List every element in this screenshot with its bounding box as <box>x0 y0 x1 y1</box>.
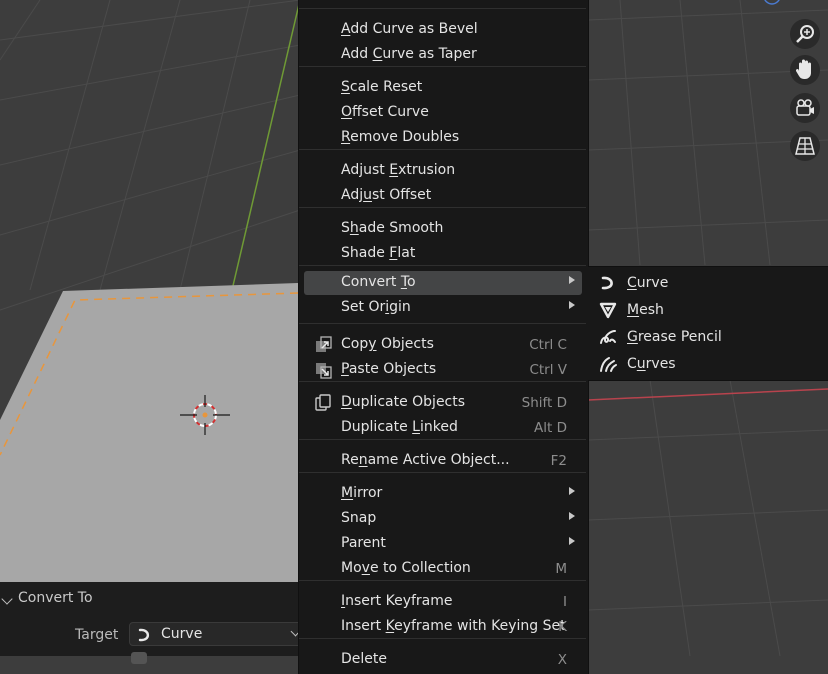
menu-separator <box>299 66 586 67</box>
submenu-arrow-icon <box>569 487 575 495</box>
menu-separator <box>299 8 586 9</box>
object-context-menu: Add Curve as Bevel Add Curve as Taper Sc… <box>298 0 589 674</box>
submenu-item-grease-pencil[interactable]: Grease Pencil <box>588 323 828 350</box>
submenu-arrow-icon <box>569 276 575 284</box>
shortcut-label: Ctrl V <box>529 362 567 378</box>
shortcut-label: Shift D <box>521 395 567 411</box>
submenu-item-mesh[interactable]: Mesh <box>588 296 828 323</box>
menu-item-rename-active-object[interactable]: Rename Active Object... F2 <box>304 449 582 473</box>
shortcut-label: X <box>557 652 567 668</box>
camera-view-button[interactable] <box>788 91 822 125</box>
shortcut-label: F2 <box>550 453 567 469</box>
menu-item-offset-curve[interactable]: Offset Curve <box>304 101 582 125</box>
convert-to-submenu: Curve Mesh Grease Pencil Curves <box>588 266 828 381</box>
camera-icon <box>790 93 820 123</box>
plane-object[interactable] <box>0 283 298 582</box>
menu-item-adjust-offset[interactable]: Adjust Offset <box>304 184 582 208</box>
menu-item-paste-objects[interactable]: Paste Objects Ctrl V <box>304 358 582 382</box>
curves-icon <box>600 357 617 372</box>
menu-item-convert-to[interactable]: Convert To <box>304 271 582 295</box>
menu-item-move-to-collection[interactable]: Move to Collection M <box>304 557 582 581</box>
last-operator-panel: Convert To Target Curve <box>0 582 304 664</box>
menu-separator <box>299 472 586 473</box>
menu-item-scale-reset[interactable]: Scale Reset <box>304 76 582 100</box>
pan-button[interactable] <box>788 53 822 87</box>
panel-collapse-icon[interactable] <box>1 593 13 605</box>
menu-separator <box>299 638 586 639</box>
panel-title[interactable]: Convert To <box>18 590 93 606</box>
duplicate-icon <box>315 394 331 411</box>
shortcut-label: Ctrl C <box>529 337 567 353</box>
zoom-icon <box>790 19 820 49</box>
menu-separator <box>299 207 586 208</box>
menu-item-parent[interactable]: Parent <box>304 532 582 556</box>
menu-item-insert-keyframe-with-keying-set[interactable]: Insert Keyframe with Keying Set K <box>304 615 582 639</box>
keep-original-checkbox[interactable] <box>131 652 147 664</box>
zoom-button[interactable] <box>788 17 822 51</box>
submenu-arrow-icon <box>569 301 575 309</box>
menu-item-add-curve-as-bevel[interactable]: Add Curve as Bevel <box>304 18 582 42</box>
menu-separator <box>299 323 586 324</box>
menu-item-duplicate-objects[interactable]: Duplicate Objects Shift D <box>304 391 582 415</box>
menu-item-duplicate-linked[interactable]: Duplicate Linked Alt D <box>304 416 582 440</box>
menu-separator <box>299 149 586 150</box>
paste-icon <box>316 363 332 379</box>
shortcut-label: M <box>555 561 567 577</box>
menu-separator <box>299 381 586 382</box>
menu-item-set-origin[interactable]: Set Origin <box>304 296 582 320</box>
menu-item-delete[interactable]: Delete X <box>304 648 582 672</box>
menu-separator <box>299 439 586 440</box>
menu-item-mirror[interactable]: Mirror <box>304 482 582 506</box>
target-select[interactable]: Curve <box>129 622 304 646</box>
y-axis-line <box>231 0 301 291</box>
shortcut-label: K <box>558 619 567 635</box>
grid-perspective-icon <box>790 131 820 161</box>
x-axis-line <box>587 388 828 401</box>
submenu-item-curves[interactable]: Curves <box>588 350 828 377</box>
gizmo-axis-icon[interactable] <box>764 0 780 5</box>
shortcut-label: Alt D <box>534 420 567 436</box>
menu-separator <box>299 580 586 581</box>
curve-icon <box>601 276 613 290</box>
curve-icon <box>138 628 150 642</box>
shortcut-label: I <box>563 594 567 610</box>
menu-item-shade-smooth[interactable]: Shade Smooth <box>304 217 582 241</box>
menu-item-shade-flat[interactable]: Shade Flat <box>304 242 582 266</box>
target-select-value: Curve <box>161 626 203 642</box>
hand-icon <box>790 55 820 85</box>
submenu-item-curve[interactable]: Curve <box>588 269 828 296</box>
menu-item-remove-doubles[interactable]: Remove Doubles <box>304 126 582 150</box>
menu-item-insert-keyframe[interactable]: Insert Keyframe I <box>304 590 582 614</box>
copy-icon <box>316 336 332 352</box>
menu-separator <box>299 265 586 266</box>
menu-item-snap[interactable]: Snap <box>304 507 582 531</box>
grease-pencil-icon <box>600 330 616 344</box>
menu-item-adjust-extrusion[interactable]: Adjust Extrusion <box>304 159 582 183</box>
target-label: Target <box>75 627 119 643</box>
menu-item-copy-objects[interactable]: Copy Objects Ctrl C <box>304 333 582 357</box>
menu-item-add-curve-as-taper[interactable]: Add Curve as Taper <box>304 43 582 67</box>
mesh-icon <box>599 302 617 319</box>
perspective-toggle-button[interactable] <box>788 129 822 163</box>
submenu-arrow-icon <box>569 512 575 520</box>
submenu-arrow-icon <box>569 537 575 545</box>
